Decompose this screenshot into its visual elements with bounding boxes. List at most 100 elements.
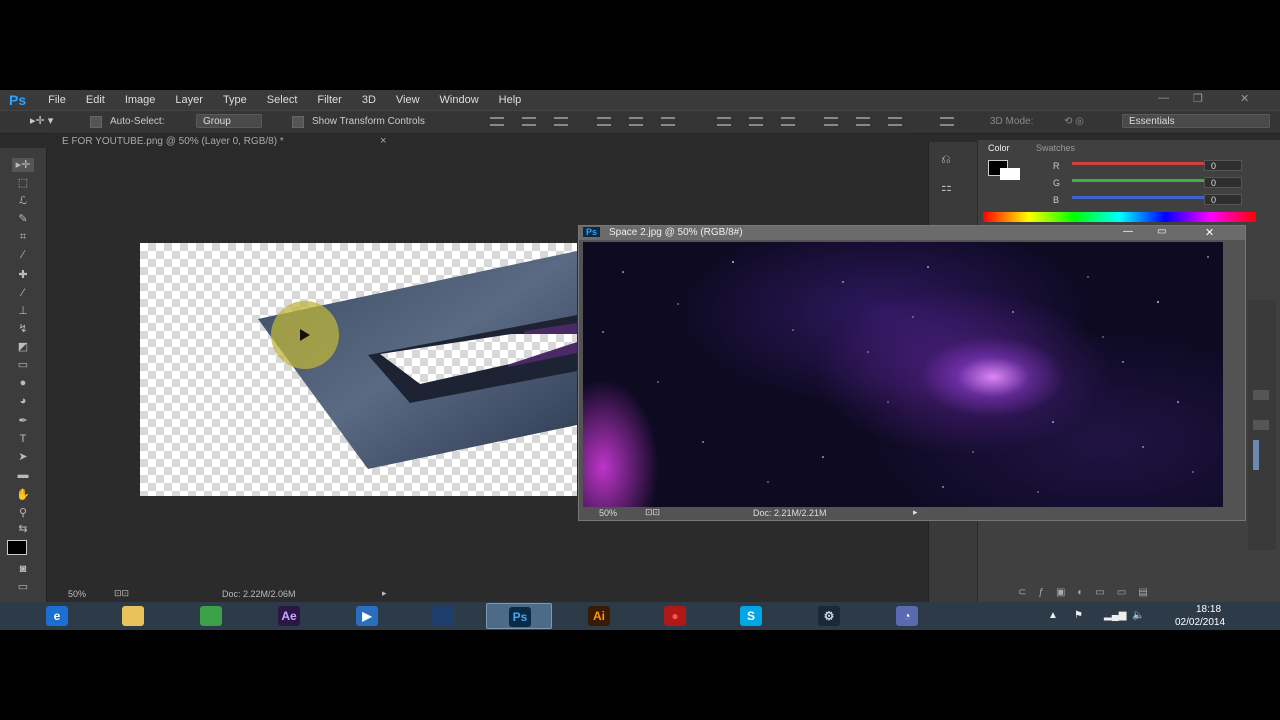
taskbar-media-player-button[interactable]: ▶ xyxy=(334,603,400,629)
channel-b-value[interactable]: 0 xyxy=(1204,194,1242,205)
brush-tool-icon[interactable]: ⁄ xyxy=(12,286,34,300)
zoom-level[interactable]: 50% xyxy=(68,589,86,599)
action-center-icon[interactable]: ⚑ xyxy=(1074,610,1083,621)
history-brush-icon[interactable]: ↯ xyxy=(12,322,34,336)
menu-edit[interactable]: Edit xyxy=(86,94,105,106)
clock-time[interactable]: 18:18 xyxy=(1196,604,1221,615)
move-tool-icon[interactable]: ▸✛ xyxy=(12,158,34,172)
float-status-arrow-icon[interactable]: ▸ xyxy=(913,507,918,518)
taskbar-after-effects-button[interactable]: Ae xyxy=(256,603,322,629)
quick-mask-icon[interactable]: ◙ xyxy=(12,562,34,576)
channel-r-slider[interactable] xyxy=(1072,162,1220,165)
channel-g-value[interactable]: 0 xyxy=(1204,177,1242,188)
history-panel-icon[interactable]: ⎌ xyxy=(941,152,951,167)
tab-swatches[interactable]: Swatches xyxy=(1036,143,1075,153)
distribute-vcenter-icon[interactable] xyxy=(749,117,763,126)
properties-panel-icon[interactable]: ⚏ xyxy=(941,180,952,194)
taskbar-skype-button[interactable]: S xyxy=(718,603,784,629)
pen-tool-icon[interactable]: ✒ xyxy=(12,414,34,428)
color-spectrum-bar[interactable] xyxy=(983,212,1256,222)
float-minimize-icon[interactable]: — xyxy=(1123,226,1133,237)
float-close-icon[interactable]: ✕ xyxy=(1205,226,1214,239)
eyedropper-tool-icon[interactable]: ∕ xyxy=(12,248,34,262)
screen-mode-icon[interactable]: ▭ xyxy=(12,580,34,594)
menu-view[interactable]: View xyxy=(396,94,420,106)
taskbar-illustrator-button[interactable]: Ai xyxy=(566,603,632,629)
taskbar-photoshop-button[interactable]: Ps xyxy=(486,603,552,629)
rectangle-tool-icon[interactable]: ▬ xyxy=(12,468,34,482)
float-status-menu-icon[interactable]: ⊡⊡ xyxy=(645,507,660,518)
marquee-tool-icon[interactable]: ⬚ xyxy=(12,176,34,190)
healing-tool-icon[interactable]: ✚ xyxy=(12,268,34,282)
distribute-left-icon[interactable] xyxy=(824,117,838,126)
lasso-tool-icon[interactable]: ℒ xyxy=(12,194,34,208)
clock-date[interactable]: 02/02/2014 xyxy=(1175,617,1225,628)
foreground-color-swatch[interactable] xyxy=(7,540,27,555)
restore-icon[interactable]: ❐ xyxy=(1193,92,1203,105)
tab-color[interactable]: Color xyxy=(988,143,1010,153)
3d-rotate-icon[interactable]: ⟲ ◎ xyxy=(1064,116,1084,127)
channel-r-value[interactable]: 0 xyxy=(1204,160,1242,171)
layers-footer-icons[interactable]: ⊂ƒ▣◐▭▭▤ xyxy=(1018,587,1160,598)
auto-select-checkbox[interactable] xyxy=(90,116,102,128)
taskbar-record-button[interactable]: ● xyxy=(642,603,708,629)
menu-filter[interactable]: Filter xyxy=(317,94,341,106)
show-hidden-icons-icon[interactable]: ▲ xyxy=(1048,610,1058,621)
menu-help[interactable]: Help xyxy=(499,94,522,106)
zoom-tool-icon[interactable]: ⚲ xyxy=(12,506,34,520)
menu-select[interactable]: Select xyxy=(267,94,298,106)
space-image-canvas[interactable] xyxy=(583,242,1223,507)
taskbar-steam-button[interactable]: ⚙ xyxy=(796,603,862,629)
menu-layer[interactable]: Layer xyxy=(175,94,203,106)
panel-background-swatch[interactable] xyxy=(1000,168,1020,180)
align-left-icon[interactable] xyxy=(597,117,611,126)
distribute-right-icon[interactable] xyxy=(888,117,902,126)
menu-type[interactable]: Type xyxy=(223,94,247,106)
menu-3d[interactable]: 3D xyxy=(362,94,376,106)
expand-icon[interactable] xyxy=(1253,420,1269,430)
blur-tool-icon[interactable]: ● xyxy=(12,376,34,390)
menu-file[interactable]: File xyxy=(48,94,66,106)
move-tool-icon[interactable]: ▸✛ ▾ xyxy=(30,114,53,127)
stamp-tool-icon[interactable]: ⊥ xyxy=(12,304,34,318)
auto-align-icon[interactable] xyxy=(940,117,954,126)
dodge-tool-icon[interactable]: ◕ xyxy=(12,394,34,408)
distribute-bottom-icon[interactable] xyxy=(781,117,795,126)
swap-colors-icon[interactable]: ⇆ xyxy=(12,522,34,536)
taskbar-clock-app-button[interactable]: ◔ xyxy=(874,603,940,629)
close-icon[interactable]: ✕ xyxy=(1240,92,1249,105)
panel-scrollbar[interactable] xyxy=(1253,440,1259,470)
collapse-icon[interactable] xyxy=(1253,390,1269,400)
menu-window[interactable]: Window xyxy=(440,94,479,106)
workspace-dropdown[interactable]: Essentials xyxy=(1122,114,1270,128)
type-tool-icon[interactable]: T xyxy=(12,432,34,446)
align-hcenter-icon[interactable] xyxy=(629,117,643,126)
distribute-top-icon[interactable] xyxy=(717,117,731,126)
eraser-tool-icon[interactable]: ◩ xyxy=(12,340,34,354)
align-top-icon[interactable] xyxy=(490,117,504,126)
taskbar-cinema-4d-button[interactable] xyxy=(410,603,476,629)
minimize-icon[interactable]: — xyxy=(1158,92,1169,104)
floating-document-window[interactable]: Ps Space 2.jpg @ 50% (RGB/8#) — ▭ ✕ 50% … xyxy=(578,225,1246,521)
float-maximize-icon[interactable]: ▭ xyxy=(1157,226,1166,237)
network-icon[interactable]: ▂▄▆ xyxy=(1104,610,1126,621)
group-dropdown[interactable]: Group xyxy=(196,114,262,128)
gradient-tool-icon[interactable]: ▭ xyxy=(12,358,34,372)
distribute-hcenter-icon[interactable] xyxy=(856,117,870,126)
float-zoom-level[interactable]: 50% xyxy=(599,508,617,518)
hand-tool-icon[interactable]: ✋ xyxy=(12,488,34,502)
align-bottom-icon[interactable] xyxy=(554,117,568,126)
path-select-icon[interactable]: ➤ xyxy=(12,450,34,464)
taskbar-file-explorer-button[interactable] xyxy=(100,603,166,629)
status-menu-icon[interactable]: ⊡⊡ xyxy=(114,588,129,599)
align-vcenter-icon[interactable] xyxy=(522,117,536,126)
align-right-icon[interactable] xyxy=(661,117,675,126)
menu-image[interactable]: Image xyxy=(125,94,156,106)
volume-icon[interactable]: 🔈 xyxy=(1132,610,1144,621)
channel-b-slider[interactable] xyxy=(1072,196,1220,199)
show-transform-checkbox[interactable] xyxy=(292,116,304,128)
channel-g-slider[interactable] xyxy=(1072,179,1220,182)
document-tab[interactable]: E FOR YOUTUBE.png @ 50% (Layer 0, RGB/8)… xyxy=(62,136,284,147)
status-arrow-icon[interactable]: ▸ xyxy=(382,588,387,599)
quick-select-tool-icon[interactable]: ✎ xyxy=(12,212,34,226)
